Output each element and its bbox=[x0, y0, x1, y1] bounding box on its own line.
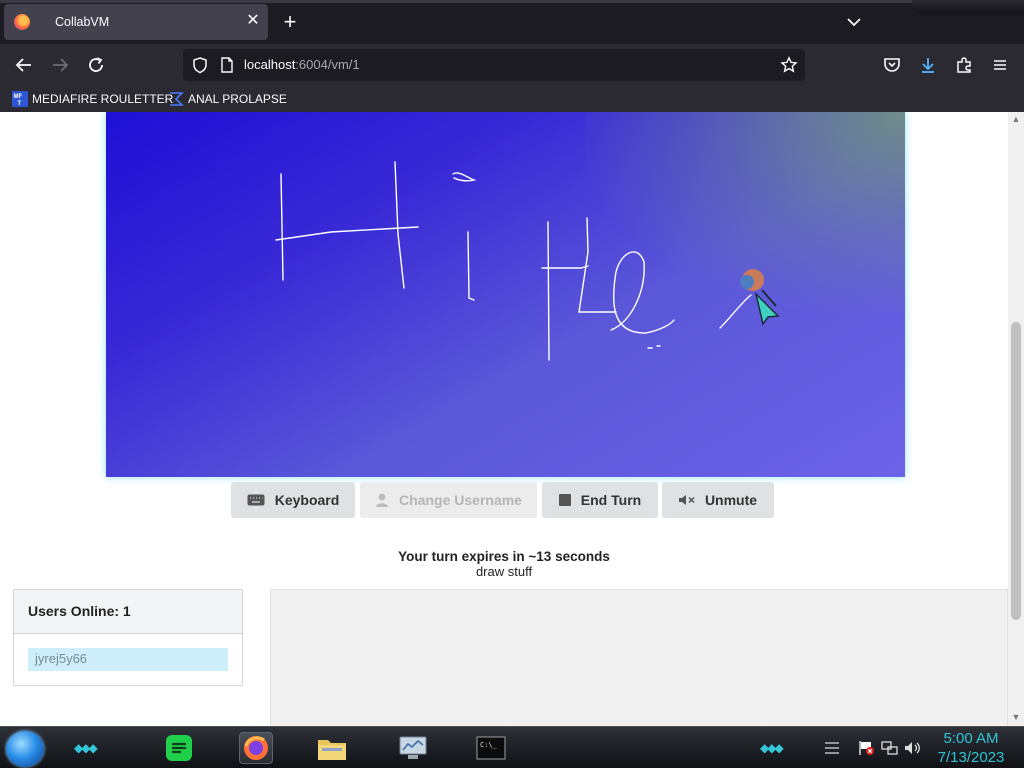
tab-title: CollabVM bbox=[55, 15, 110, 29]
window-decoration bbox=[912, 0, 1024, 14]
taskbar-clock[interactable]: 5:00 AM 7/13/2023 bbox=[932, 729, 1010, 767]
firefox-icon bbox=[244, 736, 268, 760]
chevron-down-icon bbox=[847, 18, 861, 27]
mute-icon bbox=[678, 494, 695, 506]
folder-icon bbox=[318, 740, 346, 760]
change-username-label: Change Username bbox=[399, 492, 522, 508]
tray-overflow-icon bbox=[825, 742, 839, 754]
bookmark-label: MEDIAFIRE ROULETTER bbox=[32, 92, 174, 106]
taskbar: ◆◆◆ C:\_ ◆◆◆ 5:00 AM 7/13/2023 bbox=[0, 726, 1024, 768]
webpage-content: Keyboard Change Username End Turn Unmute… bbox=[0, 112, 1024, 726]
bookmark-page-button[interactable] bbox=[780, 56, 798, 79]
network-button[interactable] bbox=[879, 738, 899, 758]
svg-text:T: T bbox=[18, 101, 22, 107]
taskbar-file-explorer[interactable] bbox=[315, 732, 349, 764]
pocket-button[interactable] bbox=[878, 52, 906, 78]
url-path: :6004/vm/1 bbox=[295, 57, 360, 72]
url-text[interactable]: localhost:6004/vm/1 bbox=[244, 57, 360, 72]
start-button[interactable] bbox=[6, 731, 44, 767]
sigma-icon bbox=[170, 92, 184, 106]
back-arrow-icon bbox=[15, 58, 31, 72]
unmute-button[interactable]: Unmute bbox=[662, 482, 774, 518]
bookmark-label: ANAL PROLAPSE bbox=[188, 92, 287, 106]
keyboard-button[interactable]: Keyboard bbox=[231, 482, 355, 518]
bookmark-anal-prolapse[interactable]: ANAL PROLAPSE bbox=[168, 90, 287, 108]
site-info-button[interactable] bbox=[218, 56, 236, 79]
show-hidden-icons-button[interactable] bbox=[822, 738, 842, 758]
notes-app-icon bbox=[166, 735, 192, 761]
terminal-icon: C:\_ bbox=[476, 736, 506, 760]
taskbar-notes-app[interactable] bbox=[162, 732, 196, 764]
scroll-down-arrow-icon[interactable]: ▼ bbox=[1011, 712, 1021, 722]
tab-bar-top-line bbox=[0, 0, 1024, 3]
url-host: localhost bbox=[244, 57, 296, 72]
keyboard-icon bbox=[247, 494, 265, 506]
unmute-label: Unmute bbox=[704, 492, 758, 508]
taskbar-command-prompt[interactable]: C:\_ bbox=[474, 732, 508, 764]
chat-panel[interactable] bbox=[270, 589, 1008, 726]
hamburger-menu-icon bbox=[994, 60, 1006, 70]
mediafire-icon: MF T bbox=[12, 91, 28, 107]
action-center-button[interactable] bbox=[856, 738, 876, 758]
taskbar-firefox[interactable] bbox=[239, 732, 273, 764]
downloads-button[interactable] bbox=[914, 52, 942, 78]
svg-text:C:\_: C:\_ bbox=[480, 741, 498, 749]
volume-button[interactable] bbox=[903, 738, 923, 758]
address-bar[interactable]: localhost:6004/vm/1 bbox=[183, 49, 805, 81]
user-list-item[interactable]: jyrej5y66 bbox=[28, 648, 228, 671]
download-icon bbox=[922, 58, 934, 73]
network-icon bbox=[881, 741, 898, 755]
vm-motd: draw stuff bbox=[475, 564, 533, 579]
vm-drawing bbox=[275, 161, 780, 361]
close-tab-icon[interactable]: ✕ bbox=[242, 10, 264, 32]
page-scrollbar[interactable]: ▲ ▼ bbox=[1008, 112, 1024, 726]
tracking-protection-button[interactable] bbox=[191, 56, 209, 79]
scroll-up-arrow-icon[interactable]: ▲ bbox=[1011, 114, 1021, 124]
forward-arrow-icon bbox=[53, 58, 69, 72]
tab-collabvm[interactable]: CollabVM ✕ bbox=[4, 4, 268, 40]
change-username-button[interactable]: Change Username bbox=[360, 482, 537, 518]
taskbar-chevron-icon: ◆◆◆ bbox=[760, 741, 784, 755]
reload-icon bbox=[89, 57, 103, 72]
tab-bar: CollabVM ✕ + bbox=[0, 0, 1024, 44]
end-turn-button[interactable]: End Turn bbox=[542, 482, 658, 518]
taskbar-control-panel[interactable] bbox=[396, 732, 430, 764]
puzzle-icon bbox=[957, 57, 971, 73]
bookmarks-toolbar: MF T MEDIAFIRE ROULETTER ANAL PROLAPSE bbox=[0, 86, 1024, 112]
clock-date: 7/13/2023 bbox=[937, 749, 1005, 766]
taskbar-chevron-icon: ◆◆◆ bbox=[74, 741, 98, 755]
page-icon bbox=[221, 57, 233, 73]
svg-text:MF: MF bbox=[14, 94, 23, 100]
turn-status: Your turn expires in ~13 seconds bbox=[398, 549, 610, 564]
new-tab-button[interactable]: + bbox=[278, 8, 302, 36]
monitor-chart-icon bbox=[399, 736, 427, 759]
pocket-icon bbox=[884, 58, 900, 72]
star-icon bbox=[780, 56, 798, 73]
stop-icon bbox=[558, 494, 571, 506]
app-menu-button[interactable] bbox=[986, 52, 1014, 78]
users-online-panel: Users Online: 1 jyrej5y66 bbox=[13, 589, 243, 686]
cursor-character bbox=[740, 269, 780, 326]
keyboard-label: Keyboard bbox=[274, 492, 340, 508]
end-turn-label: End Turn bbox=[580, 492, 642, 508]
back-button[interactable] bbox=[10, 52, 38, 78]
vm-display[interactable] bbox=[106, 112, 905, 477]
list-all-tabs-button[interactable] bbox=[842, 10, 866, 34]
shield-icon bbox=[193, 57, 207, 74]
user-icon bbox=[375, 493, 389, 507]
clock-time: 5:00 AM bbox=[943, 730, 999, 747]
users-online-header: Users Online: 1 bbox=[14, 590, 242, 634]
bookmark-mediafire-rouletter[interactable]: MF T MEDIAFIRE ROULETTER bbox=[12, 90, 173, 108]
speaker-icon bbox=[905, 742, 920, 754]
extensions-button[interactable] bbox=[950, 52, 978, 78]
firefox-icon bbox=[14, 14, 30, 30]
reload-button[interactable] bbox=[82, 52, 110, 78]
scrollbar-thumb[interactable] bbox=[1011, 322, 1021, 620]
flag-warning-icon bbox=[859, 741, 874, 755]
forward-button[interactable] bbox=[46, 52, 74, 78]
